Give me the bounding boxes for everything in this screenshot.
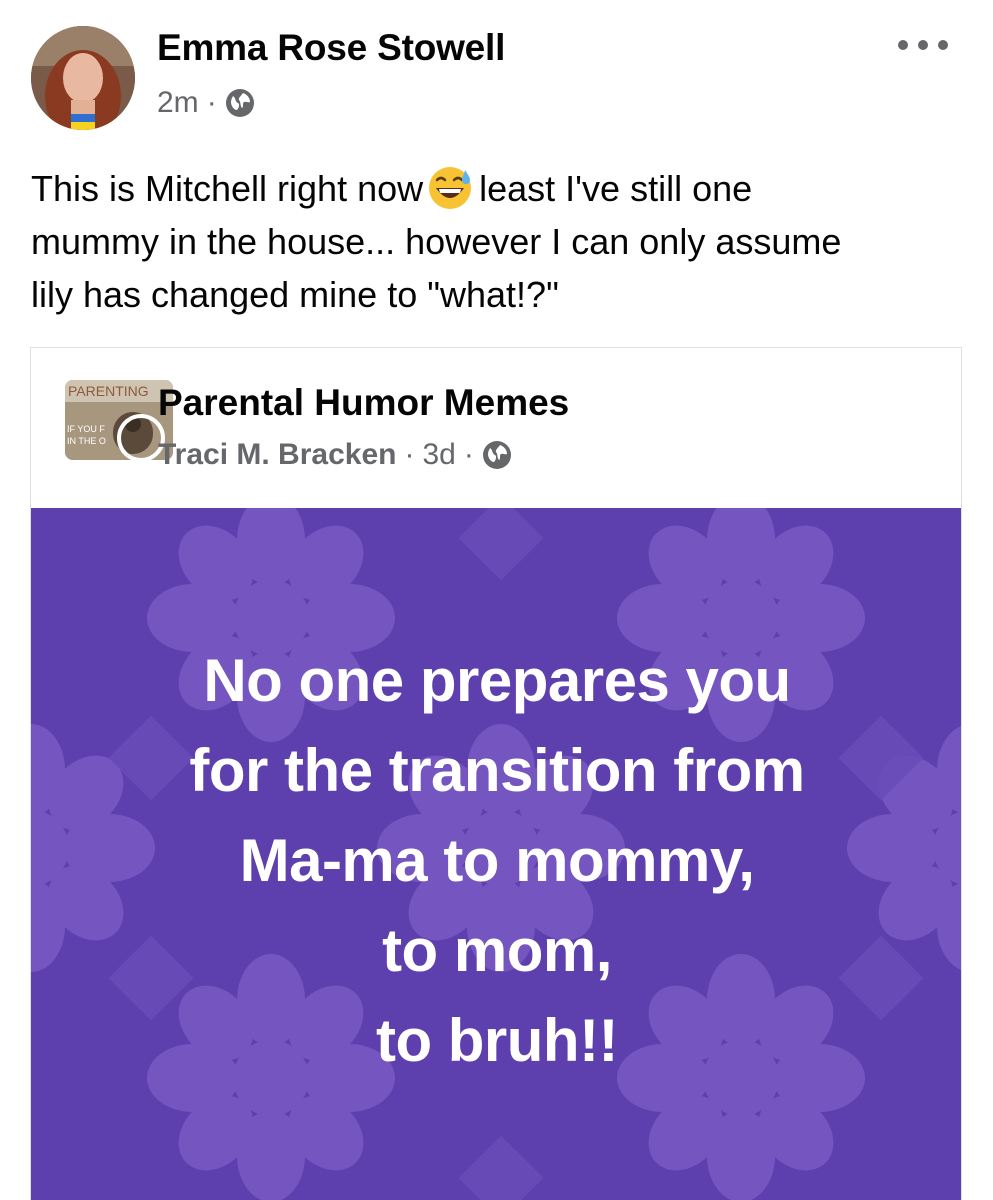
globe-icon[interactable] [225,88,255,118]
group-avatar-caption-2: IN THE O [67,436,106,446]
author-name[interactable]: Emma Rose Stowell [157,27,505,69]
poster-name[interactable]: Traci M. Bracken [158,438,396,472]
shared-post-time[interactable]: 3d [422,438,455,472]
meme-caption-line: for the transition from [189,737,805,804]
group-avatar-title: PARENTING [68,383,149,399]
post-text-line-2: mummy in the house... however I can only… [31,221,842,262]
meme-caption-line: to bruh!! [375,1007,619,1074]
post-meta: 2m · [157,86,255,120]
shared-post-meta: Traci M. Bracken · 3d · [158,438,512,472]
post-text-segment: least I've still one [479,168,753,209]
meme-caption-line: Ma-ma to mommy, [239,827,755,894]
group-name[interactable]: Parental Humor Memes [158,382,569,424]
meme-caption-line: No one prepares you [203,647,791,714]
group-avatar-caption-1: IF YOU F [67,424,105,434]
post-time[interactable]: 2m [157,86,199,120]
post-text-line-3: lily has changed mine to "what!?" [31,274,559,315]
meta-separator: · [463,438,474,471]
group-avatar[interactable]: PARENTING IF YOU F IN THE O [65,380,173,460]
globe-icon[interactable] [482,440,512,470]
meta-separator: · [404,438,415,471]
more-options-icon[interactable] [898,30,948,60]
grinning-face-with-sweat-icon [427,164,473,210]
author-avatar[interactable] [31,26,135,130]
meme-image[interactable]: No one prepares you for the transition f… [31,508,961,1200]
post-header: Emma Rose Stowell 2m · [0,0,993,150]
meta-separator: · [206,86,217,119]
post-text: This is Mitchell right now least I've st… [31,162,971,321]
shared-post-header: PARENTING IF YOU F IN THE O Parental Hum… [31,348,961,508]
post-text-segment: This is Mitchell right now [31,168,424,209]
shared-post-card[interactable]: PARENTING IF YOU F IN THE O Parental Hum… [30,347,962,1200]
meme-caption: No one prepares you for the transition f… [31,636,961,1086]
post-text-line-1: This is Mitchell right now least I've st… [31,162,971,215]
meme-caption-line: to mom, [382,917,612,984]
